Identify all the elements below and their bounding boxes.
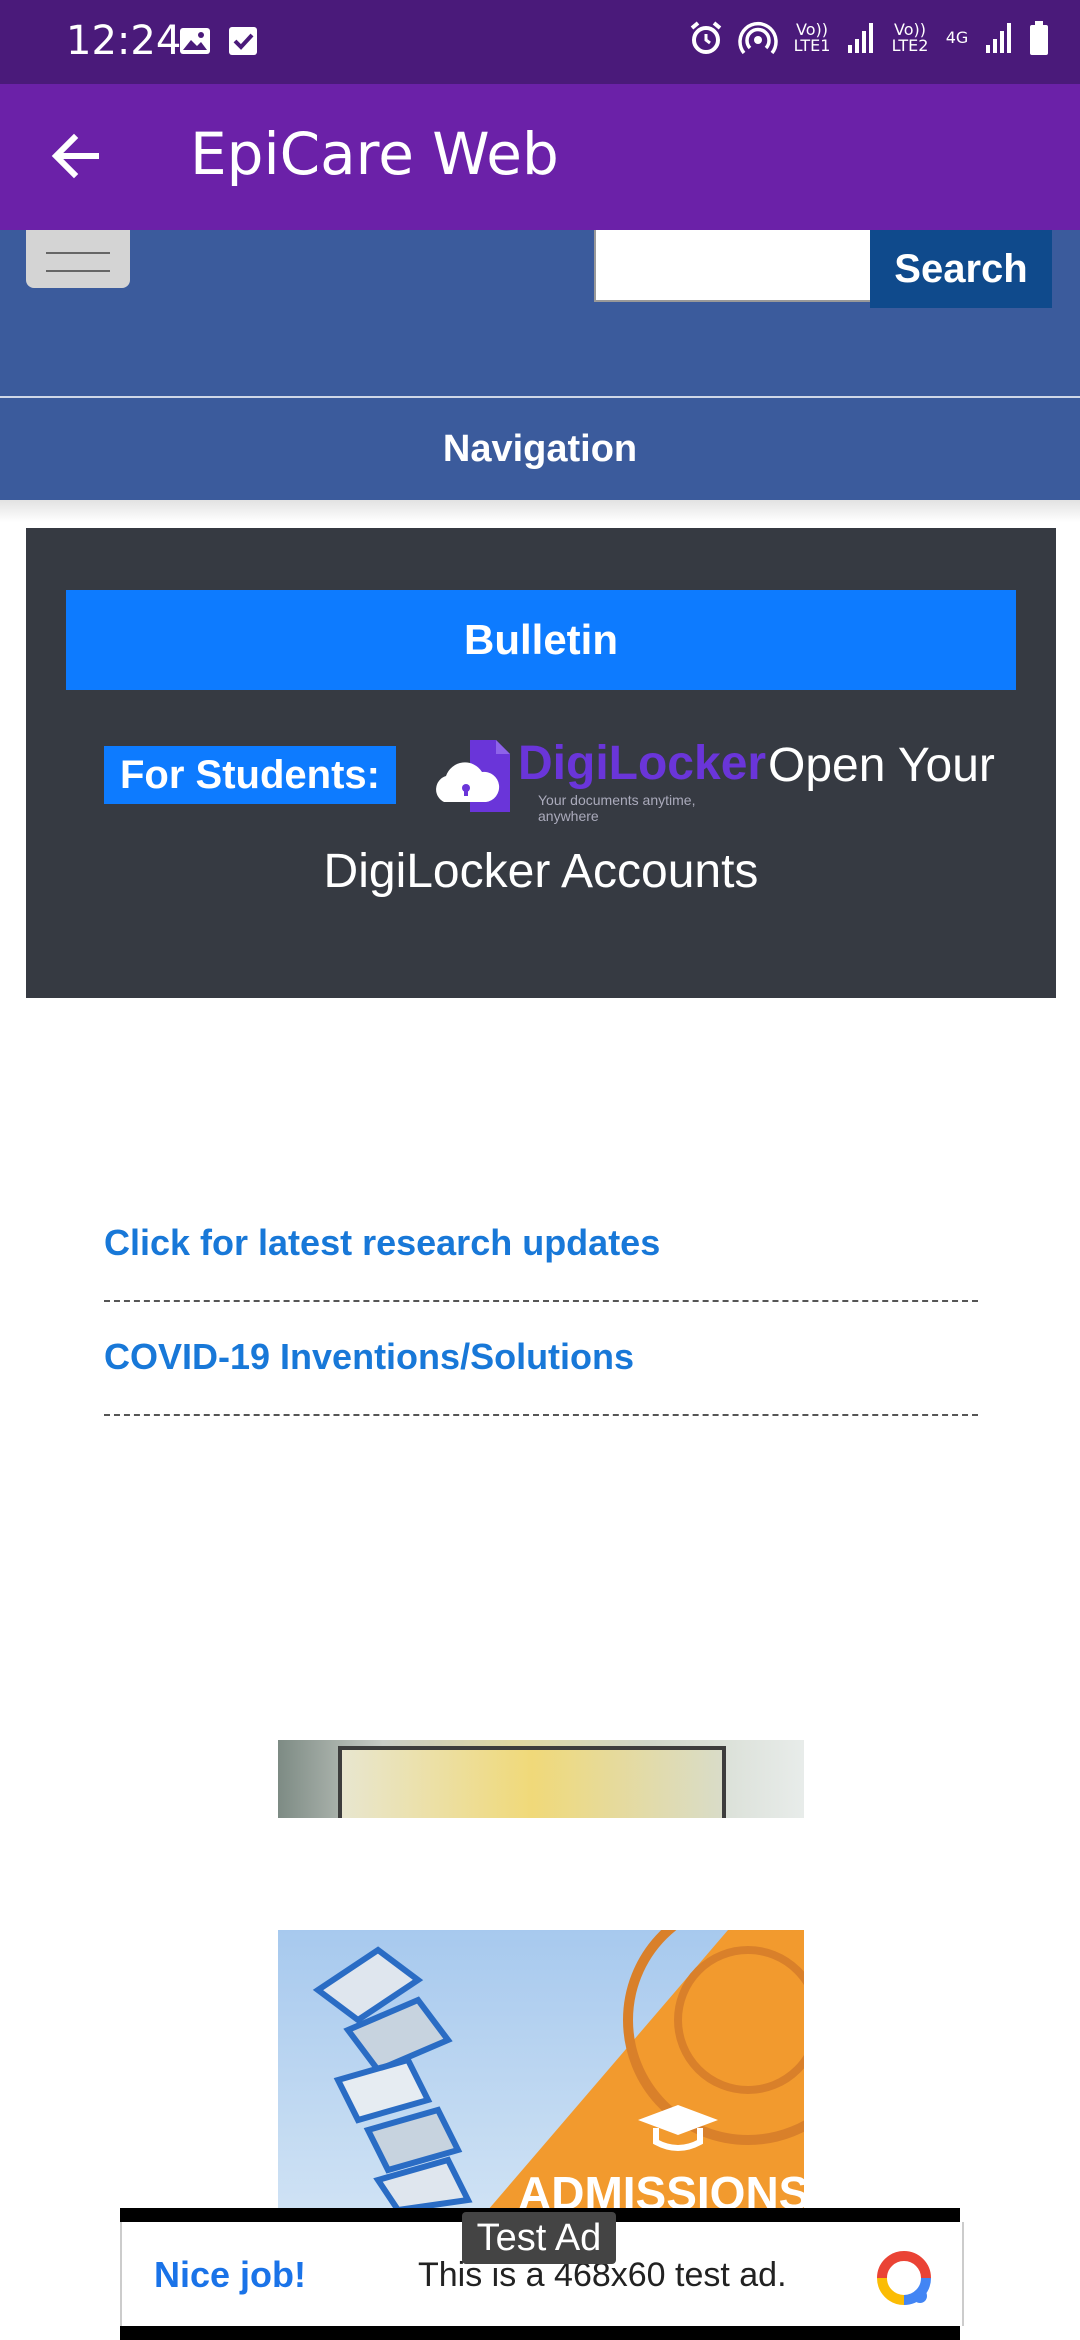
checkbox-icon xyxy=(229,27,257,55)
admissions-banner[interactable]: ADMISSIONS xyxy=(278,1930,804,2210)
ad-headline: Nice job! xyxy=(154,2254,307,2295)
photo-frame xyxy=(338,1746,726,1818)
navigation-toggle[interactable]: Navigation xyxy=(0,396,1080,503)
menu-icon-line xyxy=(46,270,110,272)
ad-border xyxy=(120,2326,960,2340)
network-type: 4G xyxy=(945,28,969,47)
admissions-text: ADMISSIONS xyxy=(518,2167,804,2210)
alarm-icon xyxy=(690,21,722,54)
students-label: For Students: xyxy=(104,746,396,804)
ad-logo-icon xyxy=(877,2251,931,2305)
covid-solutions-link[interactable]: COVID-19 Inventions/Solutions xyxy=(104,1336,978,1416)
digilocker-accounts-text: DigiLocker Accounts xyxy=(323,845,759,898)
digilocker-cloud-icon xyxy=(436,740,510,812)
bulletin-heading: Bulletin xyxy=(66,590,1016,690)
site-header: Search xyxy=(0,230,1080,396)
signal-icon-1 xyxy=(848,23,873,53)
hotspot-icon xyxy=(738,22,778,55)
digilocker-name: DigiLocker xyxy=(518,737,767,790)
search-button[interactable]: Search xyxy=(870,230,1052,308)
search-input[interactable] xyxy=(594,230,874,302)
system-icons: Vo)) LTE1 Vo)) LTE2 4G xyxy=(688,20,1050,56)
divider xyxy=(0,500,1080,522)
image-icon xyxy=(180,28,210,54)
test-ad-label: Test Ad xyxy=(462,2212,616,2264)
notification-icons xyxy=(178,24,260,58)
battery-icon xyxy=(1030,21,1048,55)
bulletin-panel: Bulletin For Students: DigiLocker Your d… xyxy=(26,528,1056,998)
status-time: 12:24 xyxy=(66,18,182,64)
campus-photo[interactable] xyxy=(278,1740,804,1818)
app-title: EpiCare Web xyxy=(190,120,559,188)
digilocker-tagline: Your documents anytime, anywhere xyxy=(538,792,696,824)
menu-toggle-button[interactable] xyxy=(26,230,130,288)
back-arrow-icon[interactable] xyxy=(44,124,108,188)
open-accounts-text: Open Your xyxy=(768,739,995,792)
sim2-label: Vo)) LTE2 xyxy=(891,20,929,55)
research-updates-link[interactable]: Click for latest research updates xyxy=(104,1222,978,1302)
digilocker-logo[interactable]: DigiLocker Your documents anytime, anywh… xyxy=(426,736,766,824)
menu-icon-line xyxy=(46,252,110,254)
app-bar: EpiCare Web xyxy=(0,84,1080,230)
status-bar: 12:24 Vo)) LTE1 Vo)) LTE2 4G xyxy=(0,0,1080,84)
signal-icon-2 xyxy=(986,23,1011,53)
sim1-label: Vo)) LTE1 xyxy=(793,20,831,55)
